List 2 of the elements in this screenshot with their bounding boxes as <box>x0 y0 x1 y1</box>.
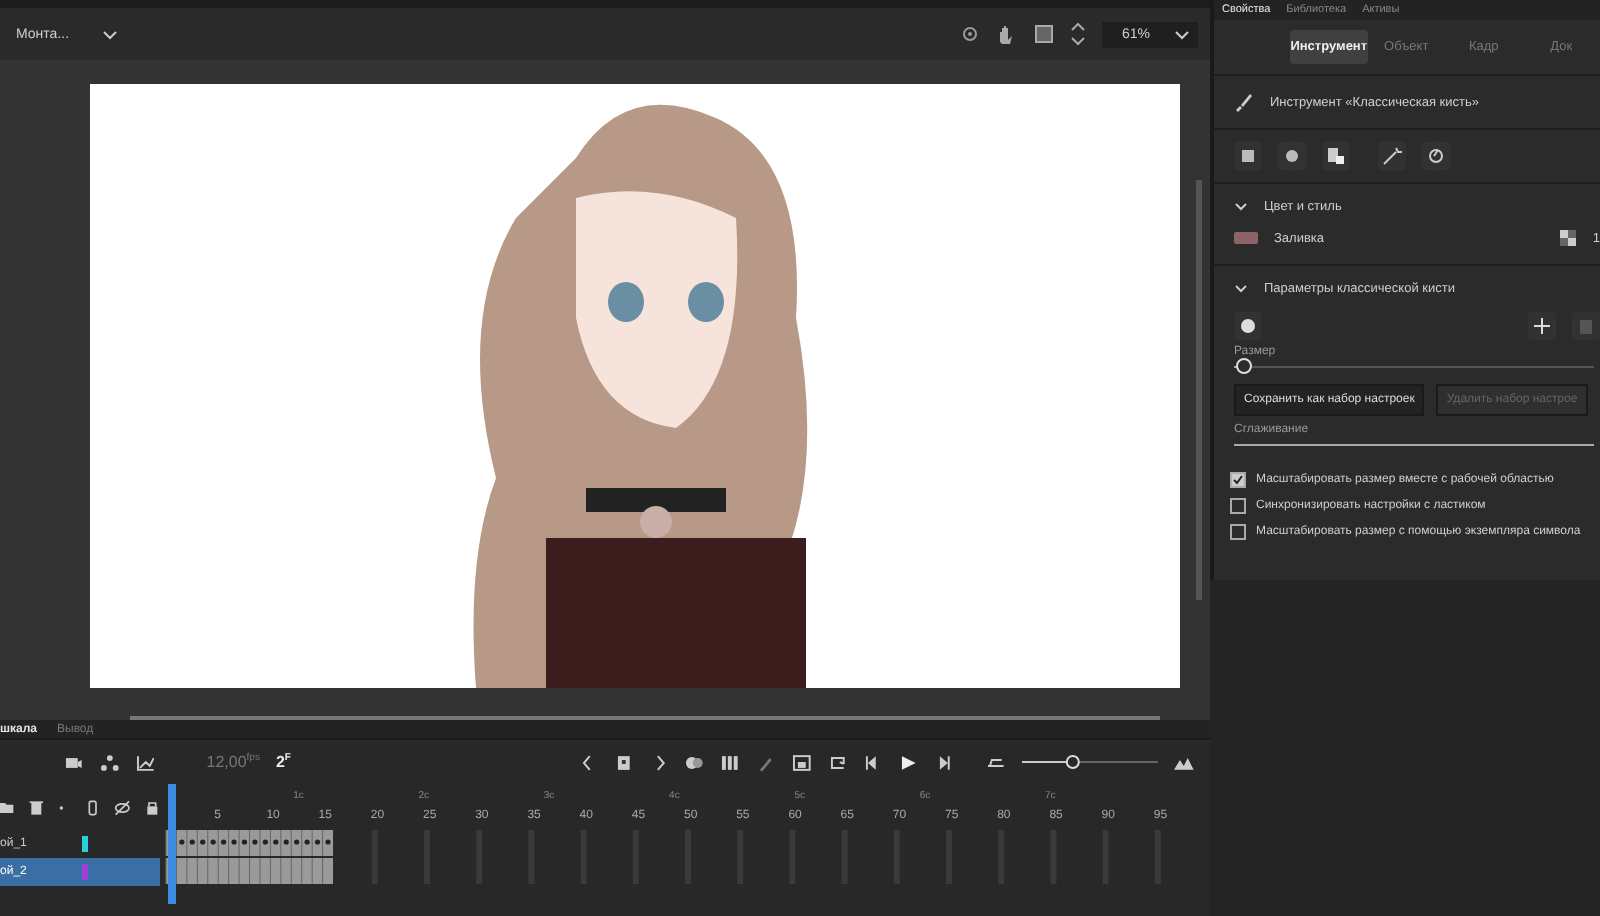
current-frame-field[interactable]: 2$^{F}$ <box>275 752 291 772</box>
frame-rate-field[interactable]: 12,00$^{fps}$ <box>206 752 260 772</box>
